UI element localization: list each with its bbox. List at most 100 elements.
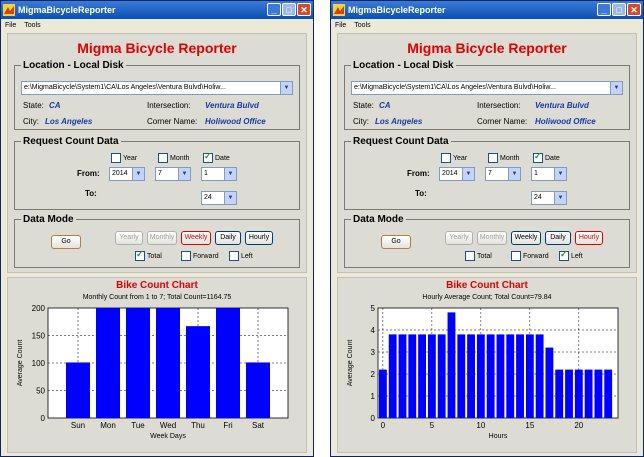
to-day-dropdown[interactable]: 24 ▼ <box>531 191 567 205</box>
month-checkbox[interactable]: Month <box>488 153 519 163</box>
bar-chart: 0 1 2 3 4 5 0 5 10 15 20 Hours Average Count <box>347 304 619 440</box>
path-dropdown[interactable]: e:\MigmaBicycle\System1\CA\Los Angeles\V… <box>351 81 623 95</box>
title-bar[interactable]: MigmaBicycleReporter _ □ ✕ <box>331 1 643 19</box>
hourly-button[interactable]: Hourly <box>575 231 603 245</box>
minimize-button[interactable]: _ <box>597 3 611 16</box>
checkbox-box <box>488 153 498 163</box>
close-button[interactable]: ✕ <box>627 3 641 16</box>
forward-checkbox[interactable]: Forward <box>181 251 219 261</box>
y-tick-label: 4 <box>371 326 376 335</box>
menu-tools[interactable]: Tools <box>354 22 370 29</box>
from-month-value: 7 <box>488 170 492 177</box>
daily-button[interactable]: Daily <box>215 231 241 245</box>
date-checkbox[interactable]: Date <box>533 151 560 163</box>
yearly-button[interactable]: Yearly <box>115 231 143 245</box>
path-value: e:\MigmaBicycle\System1\CA\Los Angeles\V… <box>24 84 226 91</box>
y-tick-label: 100 <box>32 359 46 368</box>
go-button[interactable]: Go <box>381 235 411 249</box>
bar <box>126 308 150 418</box>
matlab-icon <box>333 4 345 16</box>
total-checkbox[interactable]: Total <box>465 251 492 261</box>
y-tick-label: 0 <box>371 414 376 423</box>
date-checkbox[interactable]: Date <box>203 151 230 163</box>
chart-panel-title: Bike Count Chart <box>446 280 528 291</box>
from-month-value: 7 <box>158 170 162 177</box>
month-checkbox[interactable]: Month <box>158 153 189 163</box>
daily-button[interactable]: Daily <box>545 231 571 245</box>
from-year-dropdown[interactable]: 2014 ▼ <box>109 167 145 181</box>
chart-title: Hourly Average Count; Total Count=79.84 <box>422 294 552 301</box>
y-tick-label: 1 <box>371 392 376 401</box>
path-value: e:\MigmaBicycle\System1\CA\Los Angeles\V… <box>354 84 556 91</box>
forward-checkbox[interactable]: Forward <box>511 251 549 261</box>
x-tick-label: Tue <box>131 421 145 430</box>
intersection-label: Intersection: <box>147 101 191 110</box>
bar <box>565 369 573 418</box>
checkbox-box <box>533 151 543 163</box>
bar <box>447 312 456 418</box>
menu-file[interactable]: File <box>5 22 16 29</box>
state-value: CA <box>49 101 61 110</box>
corner-value: Holiwood Office <box>535 117 596 126</box>
title-bar[interactable]: MigmaBicycleReporter _ □ ✕ <box>1 1 313 19</box>
year-label: Year <box>123 154 138 162</box>
left-checkbox[interactable]: Left <box>229 251 253 261</box>
monthly-button[interactable]: Monthly <box>147 231 177 245</box>
from-year-dropdown[interactable]: 2014 ▼ <box>439 167 475 181</box>
y-tick-label: 5 <box>371 304 376 313</box>
bar <box>66 362 90 418</box>
x-tick-label: Wed <box>160 421 176 430</box>
yearly-button[interactable]: Yearly <box>445 231 473 245</box>
checkbox-box <box>511 251 521 261</box>
go-button[interactable]: Go <box>51 235 81 249</box>
minimize-button[interactable]: _ <box>267 3 281 16</box>
checkbox-box <box>111 153 121 163</box>
menu-file[interactable]: File <box>335 22 346 29</box>
from-month-dropdown[interactable]: 7 ▼ <box>485 167 521 181</box>
x-tick-label: 20 <box>574 421 583 430</box>
city-value: Los Angeles <box>45 117 93 126</box>
from-year-value: 2014 <box>442 170 458 177</box>
close-button[interactable]: ✕ <box>297 3 311 16</box>
bar <box>545 347 554 418</box>
location-legend: Location - Local Disk <box>353 60 454 71</box>
from-month-dropdown[interactable]: 7 ▼ <box>155 167 191 181</box>
menu-tools[interactable]: Tools <box>24 22 40 29</box>
city-label: City: <box>23 117 39 126</box>
to-day-dropdown[interactable]: 24 ▼ <box>201 191 237 205</box>
location-legend: Location - Local Disk <box>23 60 124 71</box>
checkbox-box <box>465 251 475 261</box>
app-window: MigmaBicycleReporter _ □ ✕ File Tools Mi… <box>330 0 644 457</box>
menu-bar: File Tools <box>331 19 643 31</box>
year-checkbox[interactable]: Year <box>111 153 137 163</box>
maximize-button[interactable]: □ <box>282 3 296 16</box>
year-checkbox[interactable]: Year <box>441 153 467 163</box>
hourly-button[interactable]: Hourly <box>245 231 273 245</box>
corner-label: Corner Name: <box>147 117 198 126</box>
left-checkbox[interactable]: Left <box>559 249 583 261</box>
to-label: To: <box>85 189 97 198</box>
forward-label: Forward <box>523 252 549 260</box>
y-tick-label: 2 <box>371 370 376 379</box>
chevron-down-icon: ▼ <box>280 82 292 94</box>
from-day-dropdown[interactable]: 1 ▼ <box>531 167 567 181</box>
maximize-button[interactable]: □ <box>612 3 626 16</box>
x-tick-label: 15 <box>525 421 534 430</box>
date-label: Date <box>215 154 230 162</box>
path-dropdown[interactable]: e:\MigmaBicycle\System1\CA\Los Angeles\V… <box>21 81 293 95</box>
intersection-value: Ventura Bulvd <box>205 101 259 110</box>
monthly-button[interactable]: Monthly <box>477 231 507 245</box>
weekly-button[interactable]: Weekly <box>181 231 211 245</box>
state-label: State: <box>353 101 374 110</box>
bar <box>427 334 436 418</box>
location-group: Location - Local Disk e:\MigmaBicycle\Sy… <box>344 60 630 130</box>
state-label: State: <box>23 101 44 110</box>
from-day-dropdown[interactable]: 1 ▼ <box>201 167 237 181</box>
weekly-button[interactable]: Weekly <box>511 231 541 245</box>
bar <box>604 369 613 418</box>
bar <box>506 334 515 418</box>
location-group: Location - Local Disk e:\MigmaBicycle\Sy… <box>14 60 300 130</box>
total-checkbox[interactable]: Total <box>135 249 162 261</box>
to-label: To: <box>415 189 427 198</box>
x-tick-label: Thu <box>191 421 205 430</box>
